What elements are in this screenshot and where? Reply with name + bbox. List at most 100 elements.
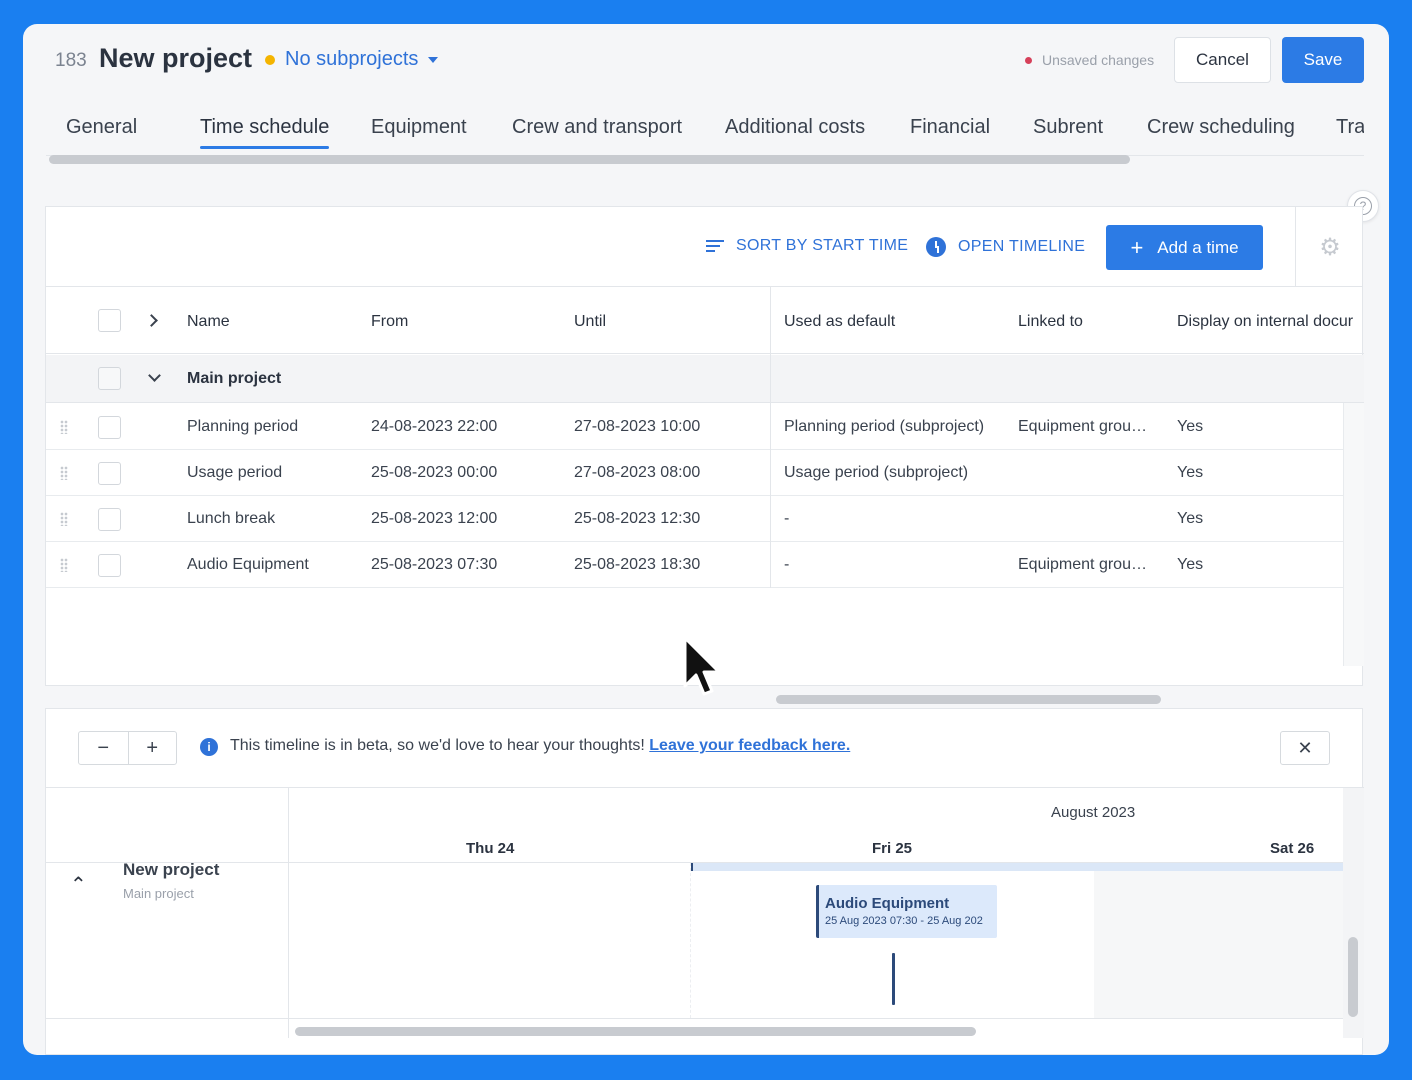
cell-from: 24-08-2023 22:00 (371, 418, 498, 435)
column-header-linked-to[interactable]: Linked to (1018, 313, 1083, 331)
save-button[interactable]: Save (1282, 37, 1364, 83)
unsaved-label: Unsaved changes (1042, 52, 1155, 68)
select-all-checkbox[interactable] (98, 309, 121, 332)
timeline-day-thu: Thu 24 (466, 840, 515, 857)
row-checkbox[interactable] (98, 554, 121, 577)
timeline-project-name: New project (123, 860, 220, 879)
beta-notice: This timeline is in beta, so we'd love t… (230, 737, 850, 755)
cell-until: 25-08-2023 18:30 (574, 556, 701, 573)
table-row[interactable]: Audio Equipment 25-08-2023 07:30 25-08-2… (46, 542, 1343, 588)
timeline-event-audio-equipment[interactable]: Audio Equipment 25 Aug 2023 07:30 - 25 A… (816, 885, 997, 938)
group-checkbox[interactable] (98, 367, 121, 390)
cell-default: Usage period (subproject) (784, 464, 969, 481)
tab-additional-costs[interactable]: Additional costs (725, 116, 865, 139)
cell-default: Planning period (subproject) (784, 418, 985, 435)
tab-transport[interactable]: Trans (1336, 116, 1364, 139)
tab-crew-scheduling[interactable]: Crew scheduling (1147, 116, 1295, 139)
drag-handle-icon[interactable] (60, 512, 68, 526)
close-timeline-button[interactable]: ✕ (1280, 731, 1330, 765)
chevron-down-icon[interactable] (148, 369, 161, 382)
caret-down-icon (428, 56, 439, 63)
cell-name: Audio Equipment (187, 556, 309, 573)
table-right-gutter (1343, 403, 1364, 666)
cell-from: 25-08-2023 00:00 (371, 464, 498, 481)
info-icon: i (200, 738, 218, 756)
cell-display: Yes (1177, 510, 1204, 527)
unsaved-indicator: Unsaved changes (1025, 52, 1154, 68)
cell-linked: Equipment grou… (1018, 556, 1147, 573)
beta-text: This timeline is in beta, so we'd love t… (230, 737, 650, 754)
tab-equipment[interactable]: Equipment (371, 116, 467, 139)
column-header-until[interactable]: Until (574, 313, 606, 331)
timeline-label: OPEN TIMELINE (958, 238, 1086, 255)
timeline-weekend-shade (1094, 863, 1343, 1018)
timeline-project-span[interactable] (691, 863, 1343, 871)
table-settings-button[interactable]: ⚙ (1295, 207, 1364, 287)
drag-handle-icon[interactable] (60, 466, 68, 480)
add-time-button[interactable]: + Add a time (1106, 225, 1263, 270)
add-time-label: Add a time (1157, 237, 1239, 257)
project-title[interactable]: New project (99, 43, 252, 74)
clock-icon (926, 237, 946, 257)
cell-default: - (784, 556, 790, 573)
row-checkbox[interactable] (98, 508, 121, 531)
project-status-dot (265, 55, 275, 65)
table-row[interactable]: Usage period 25-08-2023 00:00 27-08-2023… (46, 450, 1343, 496)
timeline-day-line (690, 863, 691, 1018)
timeline-day-sat: Sat 26 (1270, 840, 1315, 857)
event-title: Audio Equipment (825, 895, 950, 912)
cell-name: Lunch break (187, 510, 276, 527)
timeline-marker[interactable] (892, 953, 895, 1005)
tab-subrent[interactable]: Subrent (1033, 116, 1103, 139)
sort-by-start-time-button[interactable]: SORT BY START TIME (706, 237, 908, 255)
tab-financial[interactable]: Financial (910, 116, 990, 139)
table-header: Name From Until Used as default Linked t… (46, 287, 1364, 354)
tab-time-schedule[interactable]: Time schedule (200, 116, 329, 139)
project-number: 183 (55, 50, 87, 71)
feedback-link[interactable]: Leave your feedback here. (649, 737, 850, 754)
cell-until: 27-08-2023 10:00 (574, 418, 701, 435)
cell-display: Yes (1177, 464, 1204, 481)
timeline-canvas[interactable]: Audio Equipment 25 Aug 2023 07:30 - 25 A… (290, 863, 1343, 1018)
column-header-display-internal[interactable]: Display on internal docur (1177, 313, 1364, 331)
cell-from: 25-08-2023 07:30 (371, 556, 498, 573)
group-label: Main project (187, 370, 282, 387)
chevron-right-icon[interactable] (145, 314, 158, 327)
drag-handle-icon[interactable] (60, 420, 68, 434)
cell-linked: Equipment grou… (1018, 418, 1147, 435)
subprojects-label: No subprojects (285, 48, 419, 70)
tab-crew-and-transport[interactable]: Crew and transport (512, 116, 682, 139)
zoom-out-button[interactable]: − (79, 732, 128, 764)
timeline-day-fri: Fri 25 (872, 840, 913, 857)
column-header-from[interactable]: From (371, 313, 408, 331)
tab-general[interactable]: General (66, 116, 137, 139)
sort-icon (706, 240, 724, 252)
collapse-up-icon[interactable]: ⌃ (70, 872, 87, 897)
drag-handle-icon[interactable] (60, 558, 68, 572)
time-schedule-card: SORT BY START TIME OPEN TIMELINE + Add a… (45, 206, 1364, 704)
zoom-in-button[interactable]: + (127, 732, 177, 764)
timeline-vertical-scrollbar[interactable] (1348, 937, 1358, 1017)
group-row[interactable]: Main project (46, 355, 1364, 403)
plus-icon: + (1130, 234, 1144, 260)
column-header-name[interactable]: Name (187, 313, 230, 331)
project-header: 183 New project No subprojects Unsaved c… (23, 24, 1389, 104)
open-timeline-button[interactable]: OPEN TIMELINE (926, 237, 1085, 257)
cell-name: Usage period (187, 464, 283, 481)
row-checkbox[interactable] (98, 462, 121, 485)
tabs-scrollbar[interactable] (49, 155, 1130, 164)
row-checkbox[interactable] (98, 416, 121, 439)
table-horizontal-scrollbar[interactable] (776, 695, 1161, 704)
timeline-month: August 2023 (1051, 804, 1136, 821)
table-row[interactable]: Planning period 24-08-2023 22:00 27-08-2… (46, 404, 1343, 450)
table-row[interactable]: Lunch break 25-08-2023 12:00 25-08-2023 … (46, 496, 1343, 542)
mouse-cursor-icon (683, 636, 721, 696)
cancel-button[interactable]: Cancel (1174, 37, 1271, 83)
event-time: 25 Aug 2023 07:30 - 25 Aug 202 (825, 915, 983, 927)
cell-until: 25-08-2023 12:30 (574, 510, 701, 527)
column-divider (770, 287, 771, 588)
column-header-used-as-default[interactable]: Used as default (784, 313, 895, 331)
cell-default: - (784, 510, 790, 527)
timeline-horizontal-scrollbar[interactable] (295, 1027, 976, 1036)
subprojects-dropdown[interactable]: No subprojects (285, 48, 439, 71)
